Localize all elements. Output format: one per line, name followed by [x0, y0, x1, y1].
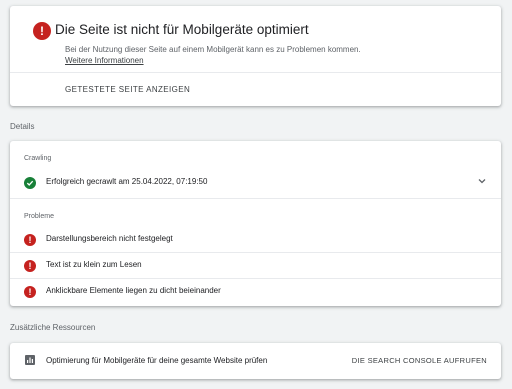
crawling-status: Erfolgreich gecrawlt am 25.04.2022, 07:1… [46, 177, 208, 186]
details-card: Crawling Erfolgreich gecrawlt am 25.04.2… [10, 141, 501, 306]
error-icon: ! [24, 286, 36, 298]
open-search-console-button[interactable]: DIE SEARCH CONSOLE AUFRUFEN [352, 356, 487, 365]
details-heading: Details [10, 122, 35, 131]
issue-title: Die Seite ist nicht für Mobilgeräte opti… [55, 22, 309, 37]
more-info-link[interactable]: Weitere Informationen [65, 56, 144, 65]
resources-card: Optimierung für Mobilgeräte für deine ge… [10, 343, 501, 379]
divider [10, 278, 501, 279]
view-tested-page-button[interactable]: GETESTETE SEITE ANZEIGEN [65, 85, 190, 94]
chevron-down-icon[interactable] [477, 176, 487, 186]
resource-text: Optimierung für Mobilgeräte für deine ge… [46, 356, 268, 365]
problem-text: Text ist zu klein zum Lesen [46, 260, 142, 269]
divider [10, 252, 501, 253]
bar-chart-icon [25, 355, 35, 365]
crawling-label: Crawling [24, 155, 52, 162]
problem-text: Darstellungsbereich nicht festgelegt [46, 234, 173, 243]
check-circle-icon [24, 177, 36, 189]
mobile-issue-card: ! Die Seite ist nicht für Mobilgeräte op… [10, 6, 501, 106]
error-icon: ! [24, 260, 36, 272]
resources-heading: Zusätzliche Ressourcen [10, 323, 96, 332]
divider [10, 198, 501, 199]
error-icon: ! [24, 234, 36, 246]
problem-text: Anklickbare Elemente liegen zu dicht bei… [46, 286, 221, 295]
error-icon: ! [33, 22, 51, 40]
divider [10, 72, 501, 73]
problems-label: Probleme [24, 213, 54, 220]
issue-description: Bei der Nutzung dieser Seite auf einem M… [65, 45, 361, 54]
